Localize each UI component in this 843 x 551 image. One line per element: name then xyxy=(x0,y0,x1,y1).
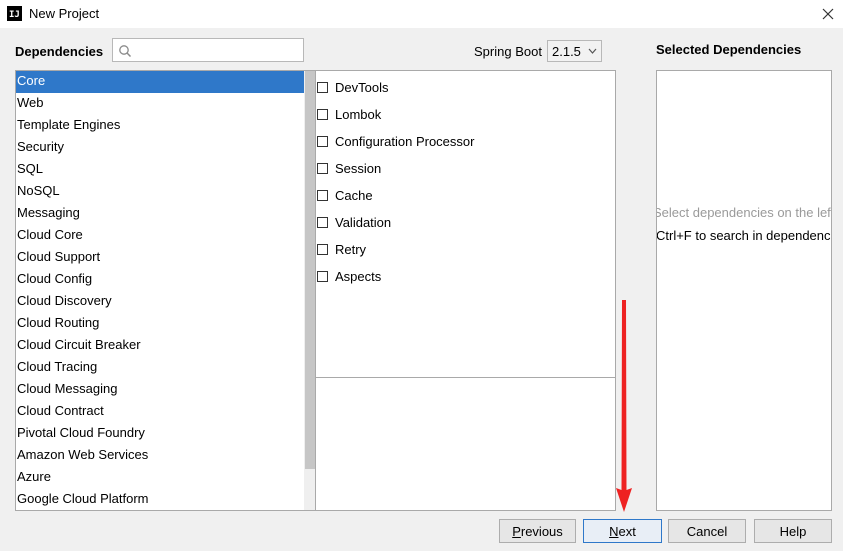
previous-label-rest: revious xyxy=(520,523,563,539)
dependency-checkbox[interactable] xyxy=(317,163,328,174)
category-item[interactable]: Messaging xyxy=(16,203,305,225)
dependency-item[interactable]: Configuration Processor xyxy=(316,128,474,155)
window-title: New Project xyxy=(29,6,100,21)
category-item[interactable]: Google Cloud Platform xyxy=(16,489,305,510)
category-item[interactable]: Core xyxy=(16,71,305,93)
dependency-list-panel: DevTools Lombok Configuration Processor Ses… xyxy=(316,70,616,511)
selected-hint-line2: Ctrl+F to search in dependencies xyxy=(656,228,832,243)
category-item[interactable]: Cloud Tracing xyxy=(16,357,305,379)
dependency-item[interactable]: Retry xyxy=(316,236,474,263)
category-item[interactable]: Cloud Discovery xyxy=(16,291,305,313)
dependency-description-divider xyxy=(316,377,615,378)
dependency-label: Aspects xyxy=(335,269,382,284)
dependency-checkbox[interactable] xyxy=(317,217,328,228)
category-item[interactable]: Cloud Config xyxy=(16,269,305,291)
dependency-item[interactable]: Validation xyxy=(316,209,474,236)
dependency-label: Validation xyxy=(335,215,392,230)
next-button[interactable]: Next xyxy=(583,519,662,543)
selected-dependencies-title: Selected Dependencies xyxy=(656,42,802,57)
cancel-button[interactable]: Cancel xyxy=(668,519,746,543)
category-list: Core Web Template Engines Security SQL NoSQL M… xyxy=(16,71,305,510)
category-item[interactable]: SQL xyxy=(16,159,305,181)
dependency-label: Lombok xyxy=(335,107,382,122)
dependency-label: Configuration Processor xyxy=(335,134,475,149)
dependency-label: Retry xyxy=(335,242,367,257)
dependency-checkbox[interactable] xyxy=(317,136,328,147)
dependency-label: DevTools xyxy=(335,80,389,95)
spring-boot-label: Spring Boot xyxy=(474,44,542,59)
category-item[interactable]: Cloud Core xyxy=(16,225,305,247)
category-item[interactable]: Cloud Contract xyxy=(16,401,305,423)
dependency-checkbox[interactable] xyxy=(317,271,328,282)
dependency-item[interactable]: Lombok xyxy=(316,101,474,128)
spring-boot-version-value: 2.1.5 xyxy=(552,43,581,59)
category-item[interactable]: Amazon Web Services xyxy=(16,445,305,467)
dependency-item[interactable]: Cache xyxy=(316,182,474,209)
previous-mnemonic: P xyxy=(512,523,521,539)
category-item[interactable]: NoSQL xyxy=(16,181,305,203)
search-icon xyxy=(119,45,132,58)
category-scrollbar-thumb[interactable] xyxy=(305,71,315,469)
next-label-rest: ext xyxy=(618,523,636,539)
category-item[interactable]: Security xyxy=(16,137,305,159)
category-list-panel: Core Web Template Engines Security SQL NoSQL M… xyxy=(15,70,316,511)
category-item[interactable]: Pivotal Cloud Foundry xyxy=(16,423,305,445)
chevron-down-icon xyxy=(588,48,597,54)
category-item[interactable]: Cloud Messaging xyxy=(16,379,305,401)
title-bar xyxy=(0,0,843,28)
close-icon xyxy=(822,8,834,20)
dependency-checkbox[interactable] xyxy=(317,82,328,93)
dependency-item[interactable]: Aspects xyxy=(316,263,474,290)
selected-dependencies-panel: Select dependencies on the left Ctrl+F t… xyxy=(656,70,832,511)
next-mnemonic: N xyxy=(609,523,619,539)
previous-button[interactable]: Previous xyxy=(499,519,576,543)
search-input[interactable] xyxy=(136,40,300,60)
dependency-item[interactable]: DevTools xyxy=(316,74,474,101)
red-arrow-annotation xyxy=(616,300,632,512)
dependency-checkbox[interactable] xyxy=(317,244,328,255)
category-item[interactable]: Azure xyxy=(16,467,305,489)
category-item[interactable]: Web xyxy=(16,93,305,115)
dependency-label: Cache xyxy=(335,188,373,203)
dependency-checkbox[interactable] xyxy=(317,109,328,120)
dependency-checkbox[interactable] xyxy=(317,190,328,201)
dependency-item[interactable]: Session xyxy=(316,155,474,182)
selected-hint-line1: Select dependencies on the left xyxy=(656,205,832,220)
dependency-label: Session xyxy=(335,161,382,176)
spring-boot-version-select[interactable]: 2.1.5 xyxy=(547,40,602,62)
category-item[interactable]: Cloud Circuit Breaker xyxy=(16,335,305,357)
close-button[interactable] xyxy=(815,2,841,26)
app-icon: IJ xyxy=(7,6,22,21)
help-button[interactable]: Help xyxy=(754,519,832,543)
dependencies-label: Dependencies xyxy=(15,44,104,59)
category-item[interactable]: Cloud Support xyxy=(16,247,305,269)
category-item[interactable]: Cloud Routing xyxy=(16,313,305,335)
dependency-list: DevTools Lombok Configuration Processor Ses… xyxy=(316,74,474,290)
category-item[interactable]: Template Engines xyxy=(16,115,305,137)
